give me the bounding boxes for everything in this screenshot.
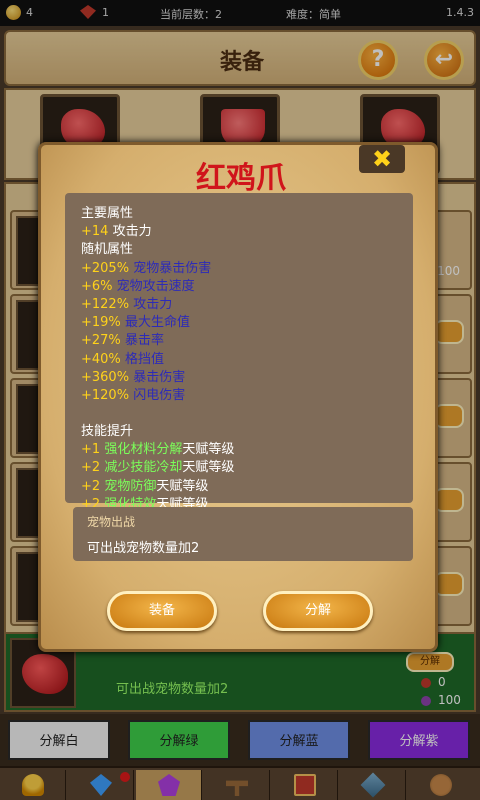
random-attr-heading: 随机属性: [81, 242, 134, 258]
random-attr-row: +27% 暴击率: [81, 333, 164, 349]
skill-row: +2 宠物防御天赋等级: [81, 478, 209, 494]
random-attr-row: +19% 最大生命值: [81, 315, 190, 331]
pet-bonus-desc: 可出战宠物数量加2: [87, 541, 200, 556]
random-attr-row: +360% 暴击伤害: [81, 369, 186, 385]
pet-bonus-title: 宠物出战: [87, 515, 136, 529]
random-attr-row: +6% 宠物攻击速度: [81, 278, 195, 294]
skill-row: +2 减少技能冷却天赋等级: [81, 460, 235, 476]
skill-heading: 技能提升: [81, 424, 134, 440]
skill-row: +1 强化材料分解天赋等级: [81, 442, 235, 458]
close-button[interactable]: ✖: [359, 145, 405, 173]
item-detail-popup: 红鸡爪 ✖ 主要属性 +14 攻击力 随机属性 +205% 宠物暴击伤害 +6%…: [38, 142, 438, 652]
random-attr-row: +205% 宠物暴击伤害: [81, 260, 212, 276]
equip-button[interactable]: 装备: [107, 591, 217, 631]
main-attr-heading: 主要属性: [81, 206, 134, 221]
random-attr-row: +120% 闪电伤害: [81, 387, 186, 403]
random-attr-row: +40% 格挡值: [81, 351, 164, 367]
decompose-button[interactable]: 分解: [263, 591, 373, 631]
item-stats: 主要属性 +14 攻击力 随机属性 +205% 宠物暴击伤害 +6% 宠物攻击速…: [65, 193, 413, 512]
random-attr-row: +122% 攻击力: [81, 296, 173, 312]
main-attr-row: +14 攻击力: [81, 224, 152, 240]
pet-bonus-box: 宠物出战 可出战宠物数量加2: [73, 507, 413, 561]
